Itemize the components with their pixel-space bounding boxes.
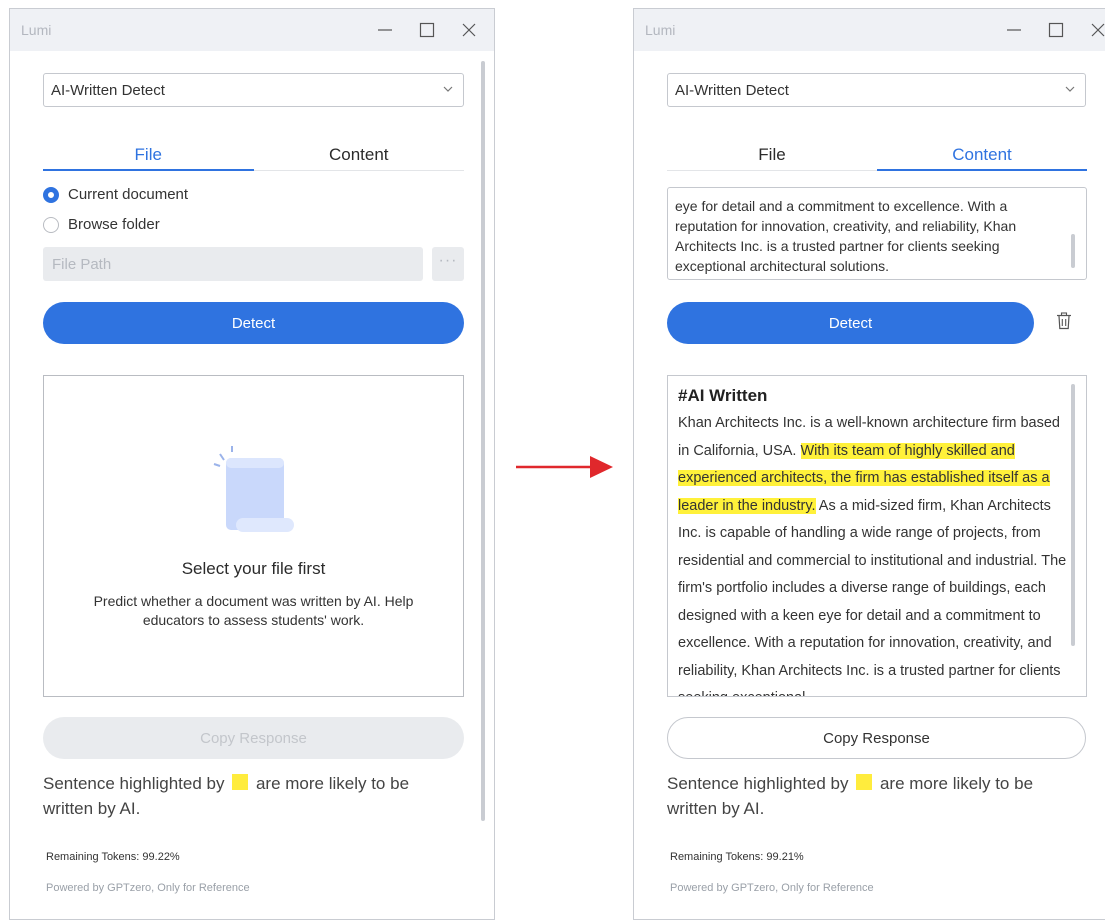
file-path-placeholder: File Path: [52, 255, 112, 273]
app-title: Lumi: [645, 22, 676, 38]
textarea-scrollbar[interactable]: [1071, 234, 1075, 268]
tab-bar: File Content: [43, 143, 464, 171]
tab-bar: File Content: [667, 143, 1087, 171]
powered-by: Powered by GPTzero, Only for Reference: [670, 882, 874, 894]
radio-label: Current document: [68, 186, 189, 203]
detect-label: Detect: [828, 314, 873, 332]
mode-select[interactable]: AI-Written Detect: [667, 73, 1086, 107]
radio-button[interactable]: [43, 216, 59, 233]
document-scroll-icon: [213, 446, 294, 532]
empty-state-description: Predict whether a document was written b…: [93, 593, 414, 628]
title-bar: Lumi: [634, 9, 1105, 51]
powered-by: Powered by GPTzero, Only for Reference: [46, 882, 250, 894]
arrow-right-icon: [516, 456, 613, 478]
highlight-legend: Sentence highlighted by are more likely …: [43, 771, 463, 821]
content-text: eye for detail and a commitment to excel…: [675, 198, 1017, 274]
close-icon[interactable]: [1077, 9, 1105, 51]
mode-select-value: AI-Written Detect: [675, 81, 789, 99]
radio-browse-folder[interactable]: Browse folder: [43, 216, 160, 233]
right-lumi-window: Lumi AI-Written Detect File Content eye …: [633, 8, 1105, 920]
result-panel: Select your file first Predict whether a…: [43, 375, 464, 697]
trash-icon[interactable]: [1055, 312, 1073, 330]
mode-select[interactable]: AI-Written Detect: [43, 73, 464, 107]
tab-content[interactable]: Content: [254, 143, 465, 170]
minimize-icon[interactable]: [364, 9, 406, 51]
title-bar: Lumi: [10, 9, 494, 51]
chevron-down-icon: [443, 86, 453, 92]
radio-label: Browse folder: [68, 216, 160, 233]
maximize-icon[interactable]: [406, 9, 448, 51]
highlight-legend: Sentence highlighted by are more likely …: [667, 771, 1077, 821]
highlight-swatch: [856, 774, 873, 790]
app-title: Lumi: [21, 22, 52, 38]
legend-text-before: Sentence highlighted by: [43, 774, 225, 793]
highlight-swatch: [232, 774, 249, 790]
file-path-input[interactable]: File Path: [43, 247, 423, 281]
detect-button[interactable]: Detect: [43, 302, 464, 344]
mode-select-value: AI-Written Detect: [51, 81, 165, 99]
legend-text-before: Sentence highlighted by: [667, 774, 849, 793]
result-scrollbar[interactable]: [1071, 384, 1075, 646]
minimize-icon[interactable]: [993, 9, 1035, 51]
result-panel: #AI Written Khan Architects Inc. is a we…: [667, 375, 1087, 697]
copy-response-label: Copy Response: [200, 729, 307, 747]
browse-button[interactable]: ···: [432, 247, 464, 281]
copy-response-label: Copy Response: [823, 729, 930, 747]
detect-button[interactable]: Detect: [667, 302, 1034, 344]
maximize-icon[interactable]: [1035, 9, 1077, 51]
detect-label: Detect: [231, 314, 276, 332]
window-scrollbar[interactable]: [481, 61, 485, 821]
left-lumi-window: Lumi AI-Written Detect File Content Curr…: [9, 8, 495, 920]
close-icon[interactable]: [448, 9, 490, 51]
result-sentence: As a mid-sized firm, Khan Architects Inc…: [678, 497, 1067, 697]
remaining-tokens: Remaining Tokens: 99.21%: [670, 851, 804, 863]
copy-response-button[interactable]: Copy Response: [43, 717, 464, 759]
content-textarea[interactable]: eye for detail and a commitment to excel…: [667, 187, 1087, 280]
result-body: Khan Architects Inc. is a well-known arc…: [678, 410, 1074, 697]
chevron-down-icon: [1065, 86, 1075, 92]
copy-response-button[interactable]: Copy Response: [667, 717, 1086, 759]
radio-current-document[interactable]: Current document: [43, 186, 188, 203]
remaining-tokens: Remaining Tokens: 99.22%: [46, 851, 180, 863]
empty-state-title: Select your file first: [181, 559, 326, 578]
tab-file[interactable]: File: [667, 143, 877, 170]
result-heading: #AI Written: [678, 386, 768, 405]
tab-content[interactable]: Content: [877, 143, 1087, 171]
radio-button-selected[interactable]: [43, 186, 59, 203]
tab-file[interactable]: File: [43, 143, 254, 171]
